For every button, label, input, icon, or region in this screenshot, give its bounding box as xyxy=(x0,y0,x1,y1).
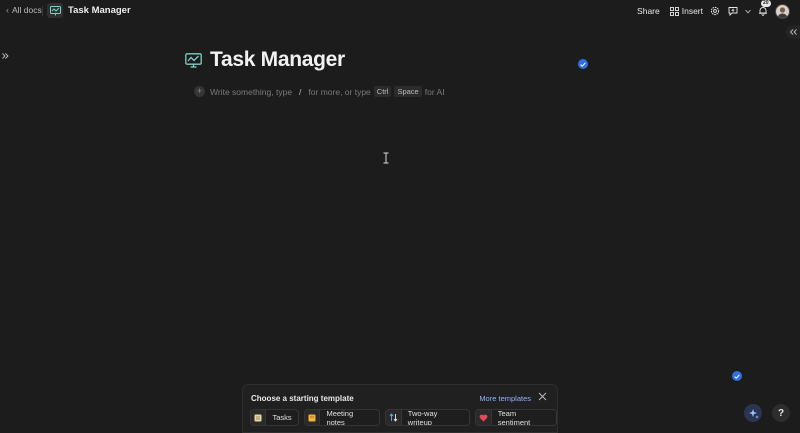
two-way-icon xyxy=(385,410,402,425)
template-label: Meeting notes xyxy=(326,409,354,426)
more-templates-link[interactable]: More templates xyxy=(479,394,531,403)
toolbar: Share Insert 20 xyxy=(637,0,790,19)
settings-button[interactable] xyxy=(709,5,721,17)
sidebar-expand-button[interactable] xyxy=(0,50,10,62)
comment-add-icon xyxy=(728,7,738,16)
template-label: Team sentiment xyxy=(497,409,531,426)
title-row: Task Manager xyxy=(185,48,345,72)
template-header: Choose a starting template xyxy=(251,394,354,403)
template-tasks[interactable]: Tasks xyxy=(250,409,299,426)
insert-button[interactable]: Insert xyxy=(669,6,703,16)
template-label: Two-way writeup xyxy=(407,409,438,426)
doc-title[interactable]: Task Manager xyxy=(68,5,131,16)
notification-badge: 20 xyxy=(761,0,771,7)
comment-dropdown[interactable] xyxy=(745,5,751,17)
double-chevron-left-icon xyxy=(789,29,797,35)
space-key: Space xyxy=(394,86,422,97)
placeholder-text-3: for AI xyxy=(424,86,445,97)
ctrl-key: Ctrl xyxy=(373,86,392,97)
insert-label: Insert xyxy=(681,6,703,16)
help-button[interactable]: ? xyxy=(772,404,790,422)
monitor-chart-icon xyxy=(49,5,61,15)
close-icon[interactable] xyxy=(538,392,547,401)
slash-key: / xyxy=(299,86,302,97)
template-team-sentiment[interactable]: Team sentiment xyxy=(474,409,557,426)
placeholder-text-1: Write something, type xyxy=(210,86,293,97)
add-block-button[interactable]: + xyxy=(194,86,205,97)
comment-button[interactable] xyxy=(727,5,739,17)
sync-check-badge xyxy=(578,59,588,69)
page-title[interactable]: Task Manager xyxy=(210,48,345,72)
template-two-way-writeup[interactable]: Two-way writeup xyxy=(384,409,470,426)
grid-icon xyxy=(669,6,679,16)
sync-check-badge-2 xyxy=(732,371,742,381)
double-chevron-right-icon xyxy=(1,53,9,59)
share-button[interactable]: Share xyxy=(637,6,660,16)
template-chooser: Choose a starting template More template… xyxy=(242,384,558,433)
editor-placeholder[interactable]: Write something, type / for more, or typ… xyxy=(210,86,445,97)
editor-line[interactable]: + Write something, type / for more, or t… xyxy=(194,86,445,97)
template-meeting-notes[interactable]: Meeting notes xyxy=(303,409,380,426)
bell-icon xyxy=(759,7,767,16)
template-label: Tasks xyxy=(272,413,292,422)
text-cursor-icon xyxy=(383,152,389,164)
template-options: Tasks Meeting notes Two-way writeup Team… xyxy=(250,409,557,426)
chevron-left-icon: ‹ xyxy=(6,5,9,15)
chevron-down-icon xyxy=(745,9,751,13)
notifications-button[interactable]: 20 xyxy=(757,0,771,17)
gear-icon xyxy=(710,6,720,16)
ai-assistant-button[interactable] xyxy=(744,404,762,422)
notes-icon xyxy=(304,410,321,425)
right-panel-toggle[interactable] xyxy=(786,25,800,39)
monitor-chart-icon[interactable] xyxy=(185,52,202,68)
divider xyxy=(42,6,43,16)
avatar[interactable] xyxy=(775,3,790,19)
doc-icon-button[interactable] xyxy=(47,3,63,18)
all-docs-link[interactable]: ‹ All docs xyxy=(6,5,42,15)
placeholder-text-2: for more, or type xyxy=(308,86,371,97)
top-bar: ‹ All docs Task Manager Share Insert 20 xyxy=(0,0,800,22)
check-icon xyxy=(734,373,740,379)
sparkle-icon xyxy=(748,408,758,418)
heart-icon xyxy=(475,410,492,425)
all-docs-label: All docs xyxy=(12,5,42,15)
check-icon xyxy=(580,61,586,67)
tasks-icon xyxy=(251,410,267,425)
user-photo-icon xyxy=(777,6,788,18)
